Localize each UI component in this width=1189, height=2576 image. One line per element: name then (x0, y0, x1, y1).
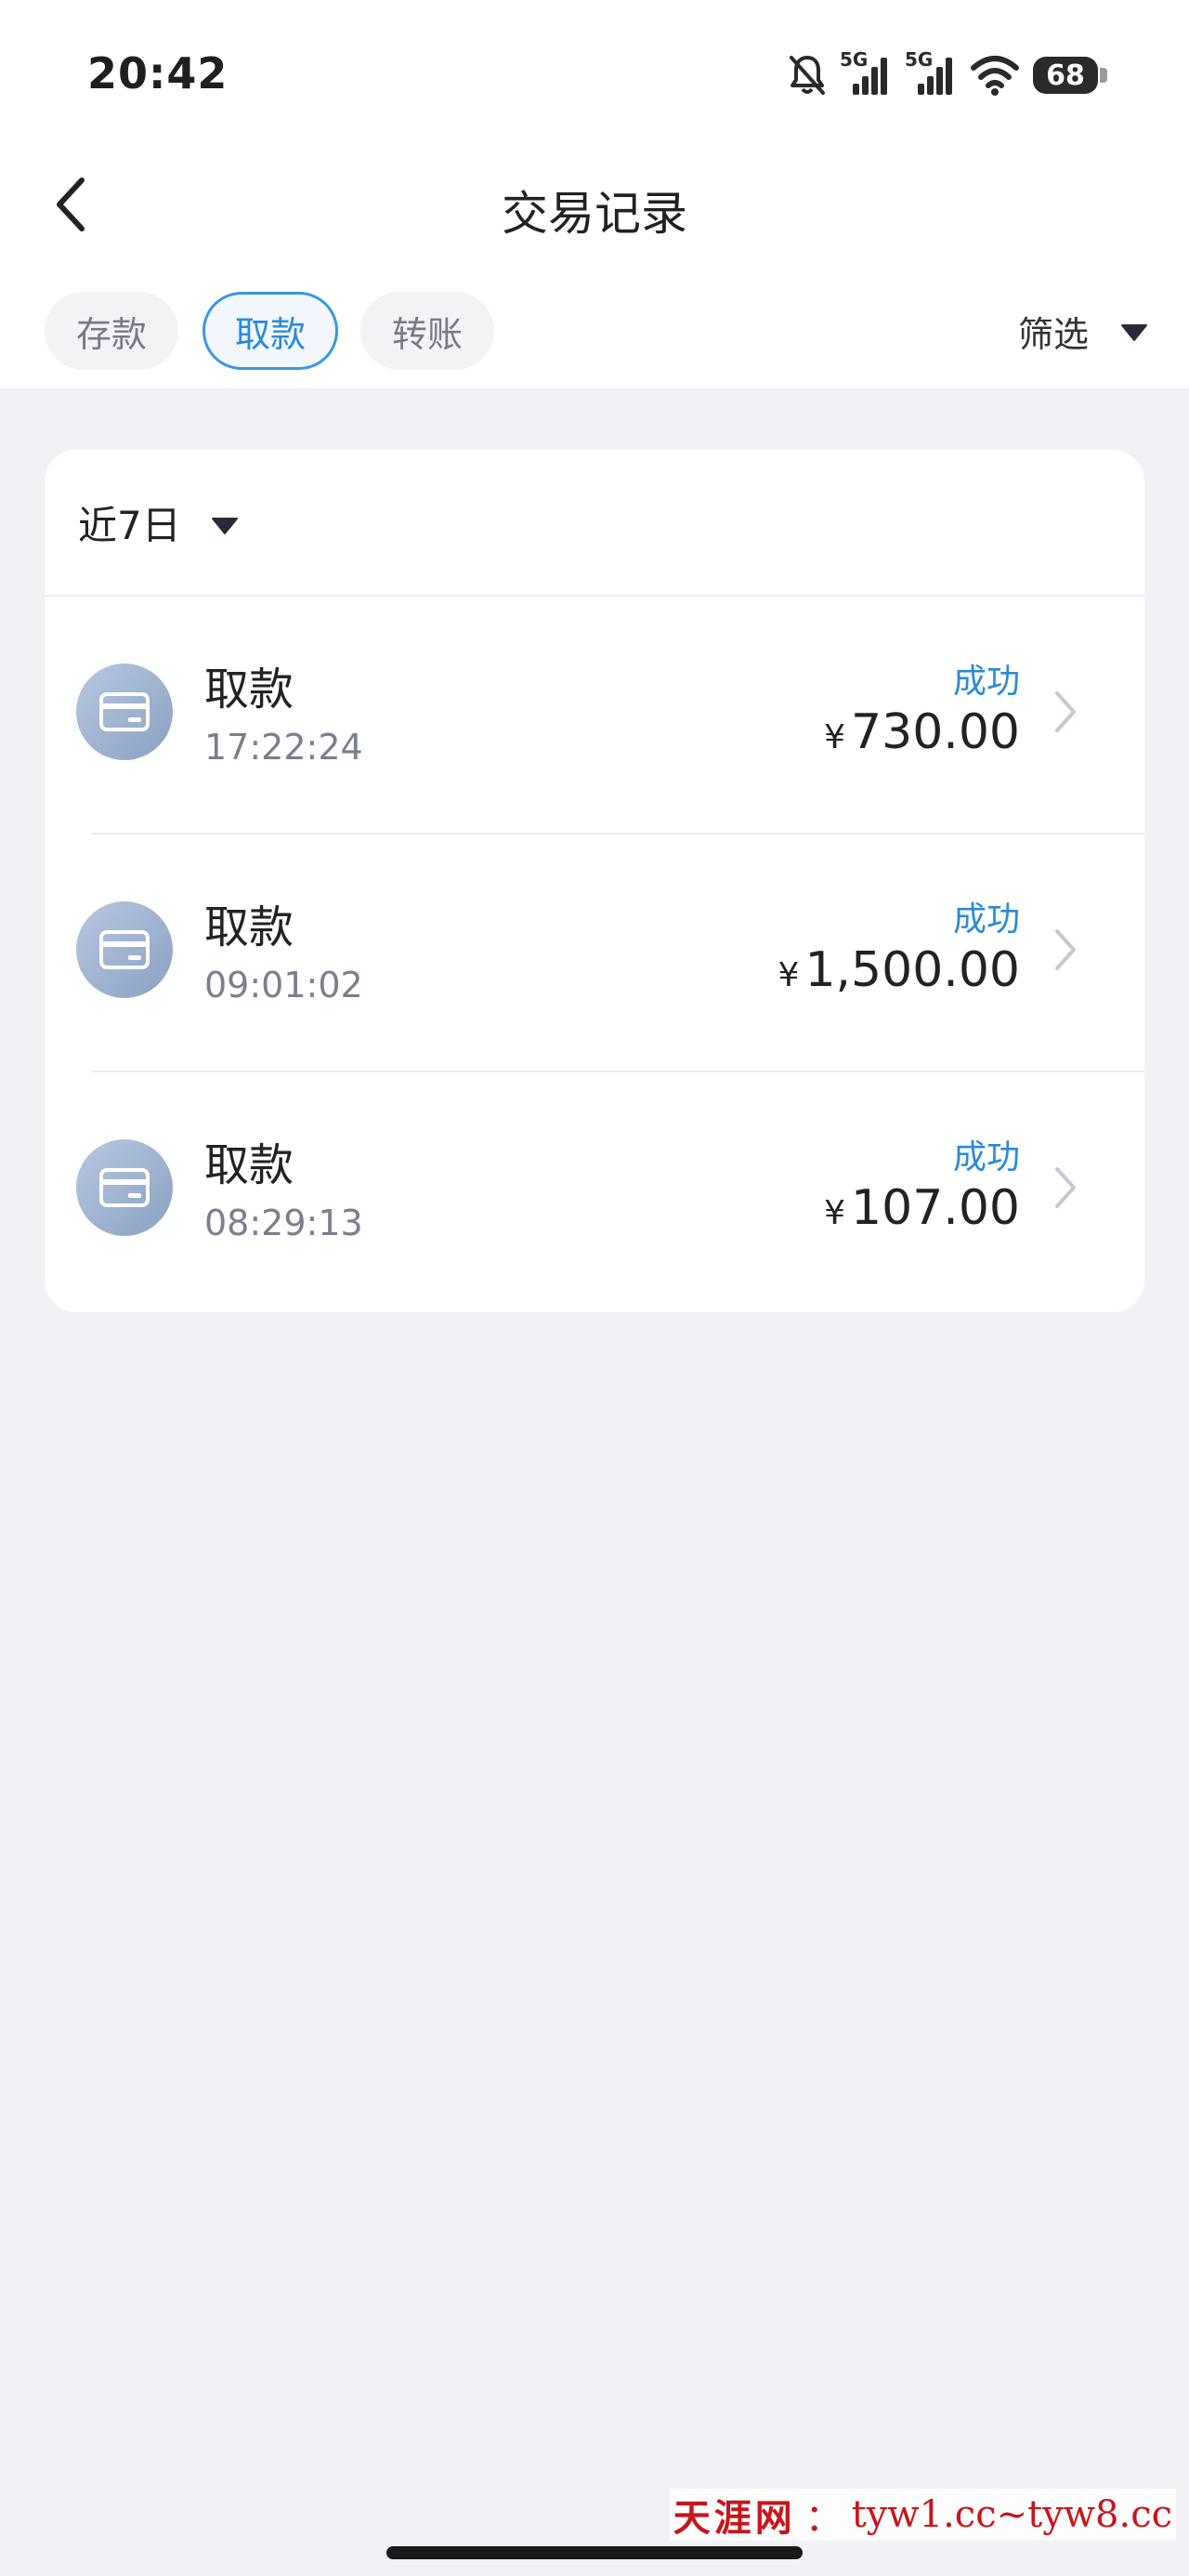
currency-symbol: ¥ (824, 1194, 846, 1232)
date-range-label: 近7日 (78, 502, 181, 548)
transaction-time: 09:01:02 (204, 965, 363, 1005)
status-time: 20:42 (87, 48, 229, 99)
bell-muted-icon (788, 54, 827, 97)
home-indicator[interactable] (386, 2546, 803, 2559)
transaction-status: 成功 (952, 663, 1020, 701)
transaction-amount: ¥ 730.00 (824, 704, 1020, 760)
caret-down-icon (211, 500, 239, 545)
currency-symbol: ¥ (777, 956, 800, 994)
transaction-card: 近7日 取款 17:22:24 成功 ¥ 730.00 取款 09:01:02 … (45, 450, 1144, 1312)
amount-value: 1,500.00 (804, 942, 1020, 998)
battery-level: 68 (1046, 59, 1085, 92)
transaction-status: 成功 (952, 900, 1020, 939)
top-area: 20:42 5G 5G 68 交易记录 存款 取款 转账 筛选 (0, 0, 1189, 388)
currency-symbol: ¥ (824, 718, 846, 756)
cellular-signal-icon: 5G (905, 48, 957, 97)
watermark-separator: ： (804, 2497, 843, 2540)
transaction-status: 成功 (952, 1138, 1020, 1176)
amount-value: 730.00 (851, 704, 1020, 760)
transaction-type: 取款 (204, 901, 294, 953)
tab-transfer[interactable]: 转账 (360, 292, 494, 370)
transaction-row[interactable]: 取款 17:22:24 成功 ¥ 730.00 (45, 597, 1144, 835)
transaction-amount: ¥ 107.00 (824, 1180, 1020, 1236)
date-range-selector[interactable]: 近7日 (78, 485, 239, 559)
bank-card-icon (76, 664, 173, 760)
filter-button[interactable]: 筛选 (1018, 296, 1148, 366)
transaction-time: 08:29:13 (204, 1203, 363, 1243)
page-title: 交易记录 (502, 187, 687, 241)
bank-card-icon (76, 1139, 173, 1236)
bank-card-icon (76, 901, 173, 998)
tab-withdrawal[interactable]: 取款 (203, 292, 338, 370)
amount-value: 107.00 (851, 1180, 1020, 1236)
chevron-right-icon (1052, 688, 1079, 736)
watermark-brand: 天涯网 (673, 2496, 796, 2540)
transaction-row[interactable]: 取款 09:01:02 成功 ¥ 1,500.00 (45, 835, 1144, 1072)
network-type-label: 5G (905, 48, 934, 71)
transaction-type: 取款 (204, 664, 294, 716)
watermark-url: tyw1.cc~tyw8.cc (851, 2493, 1172, 2536)
transaction-time: 17:22:24 (204, 727, 363, 768)
wifi-icon (970, 55, 1020, 96)
caret-down-icon (1120, 310, 1148, 351)
tab-deposit[interactable]: 存款 (45, 292, 178, 370)
cellular-signal-icon: 5G (840, 48, 892, 97)
transaction-amount: ¥ 1,500.00 (778, 942, 1020, 998)
chevron-right-icon (1052, 926, 1079, 974)
watermark: 天涯网 ： tyw1.cc~tyw8.cc (669, 2489, 1176, 2541)
status-icons: 5G 5G 68 (788, 48, 1107, 99)
transaction-row[interactable]: 取款 08:29:13 成功 ¥ 107.00 (45, 1072, 1144, 1310)
filter-label: 筛选 (1017, 313, 1089, 355)
transaction-type: 取款 (204, 1139, 294, 1191)
network-type-label: 5G (840, 48, 869, 71)
battery-icon: 68 (1033, 57, 1107, 94)
chevron-right-icon (1052, 1163, 1079, 1212)
